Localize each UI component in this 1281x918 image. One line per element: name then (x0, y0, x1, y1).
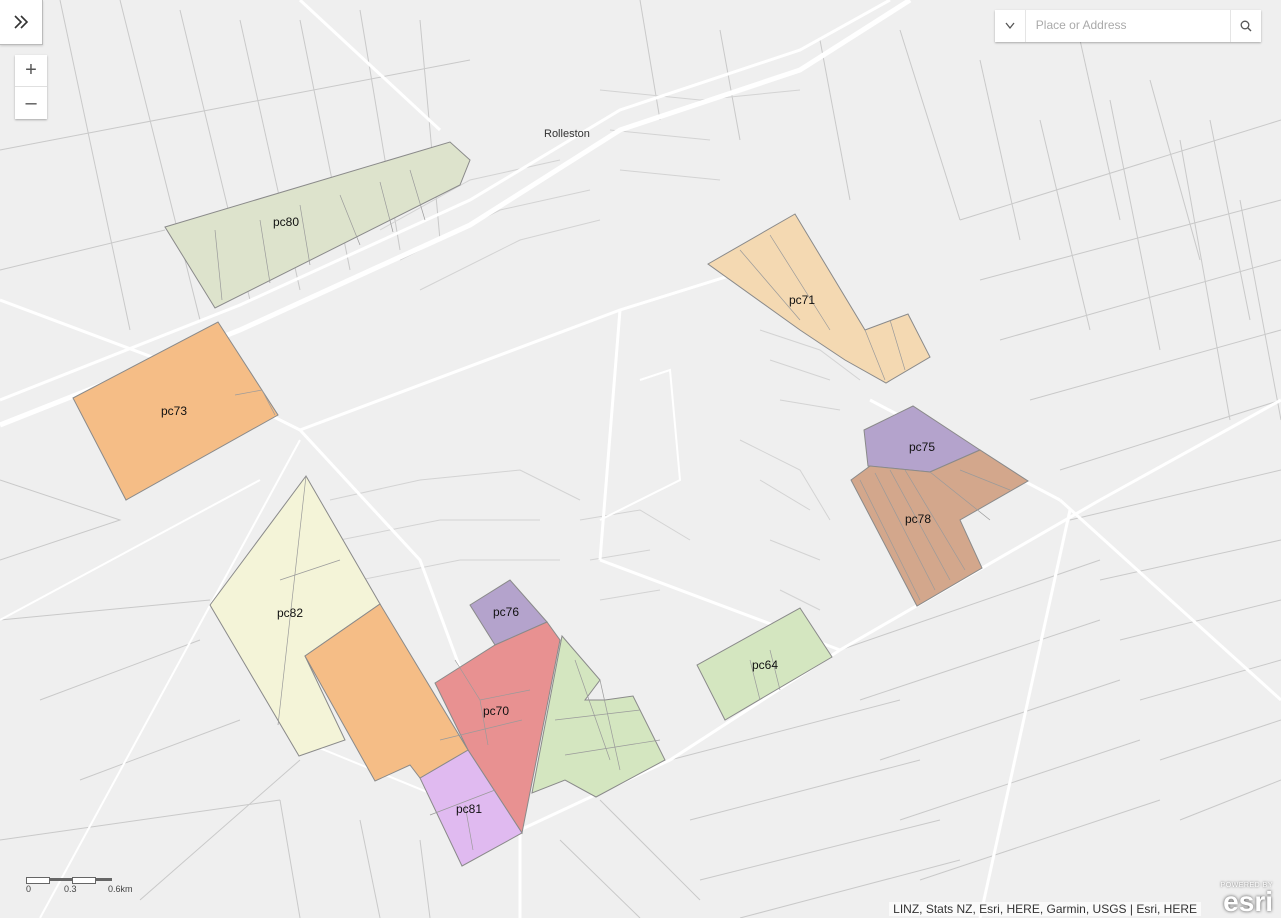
parcel-label-pc75: pc75 (909, 440, 935, 454)
esri-logo[interactable]: POWERED BY esri (1211, 882, 1273, 916)
zoom-in-button[interactable]: + (15, 55, 47, 87)
zoom-out-button[interactable]: – (15, 87, 47, 119)
parcel-label-pc71: pc71 (789, 293, 815, 307)
parcel-label-pc64: pc64 (752, 658, 778, 672)
esri-brand-text: esri (1223, 886, 1273, 917)
scale-label-0-6km: 0.6km (108, 884, 133, 894)
caret-down-icon (1005, 22, 1015, 30)
search-button[interactable] (1230, 10, 1261, 42)
magnifier-icon (1240, 20, 1252, 32)
zoom-control: + – (15, 55, 47, 119)
map-canvas[interactable]: Rolleston pc80 pc71 pc73 pc75 pc78 pc82 … (0, 0, 1281, 918)
parcel-label-pc80: pc80 (273, 215, 299, 229)
town-label: Rolleston (544, 128, 590, 140)
attribution-bar: LINZ, Stats NZ, Esri, HERE, Garmin, USGS… (0, 900, 1281, 918)
attribution-text[interactable]: LINZ, Stats NZ, Esri, HERE, Garmin, USGS… (889, 902, 1201, 916)
parcel-label-pc73: pc73 (161, 404, 187, 418)
scale-label-0: 0 (26, 884, 32, 894)
search-widget (995, 10, 1261, 42)
parcel-label-pc76: pc76 (493, 605, 519, 619)
expand-panel-button[interactable] (0, 0, 43, 45)
parcel-label-pc81: pc81 (456, 802, 482, 816)
scale-bar: 0 0.3 0.6km (24, 876, 144, 896)
search-source-dropdown[interactable] (995, 10, 1026, 42)
search-input[interactable] (1025, 10, 1231, 40)
scale-label-0-3: 0.3 (64, 884, 77, 894)
parcel-label-pc78: pc78 (905, 512, 931, 526)
parcel-label-pc70: pc70 (483, 704, 509, 718)
parcel-label-pc82: pc82 (277, 606, 303, 620)
double-chevron-right-icon (14, 15, 29, 29)
